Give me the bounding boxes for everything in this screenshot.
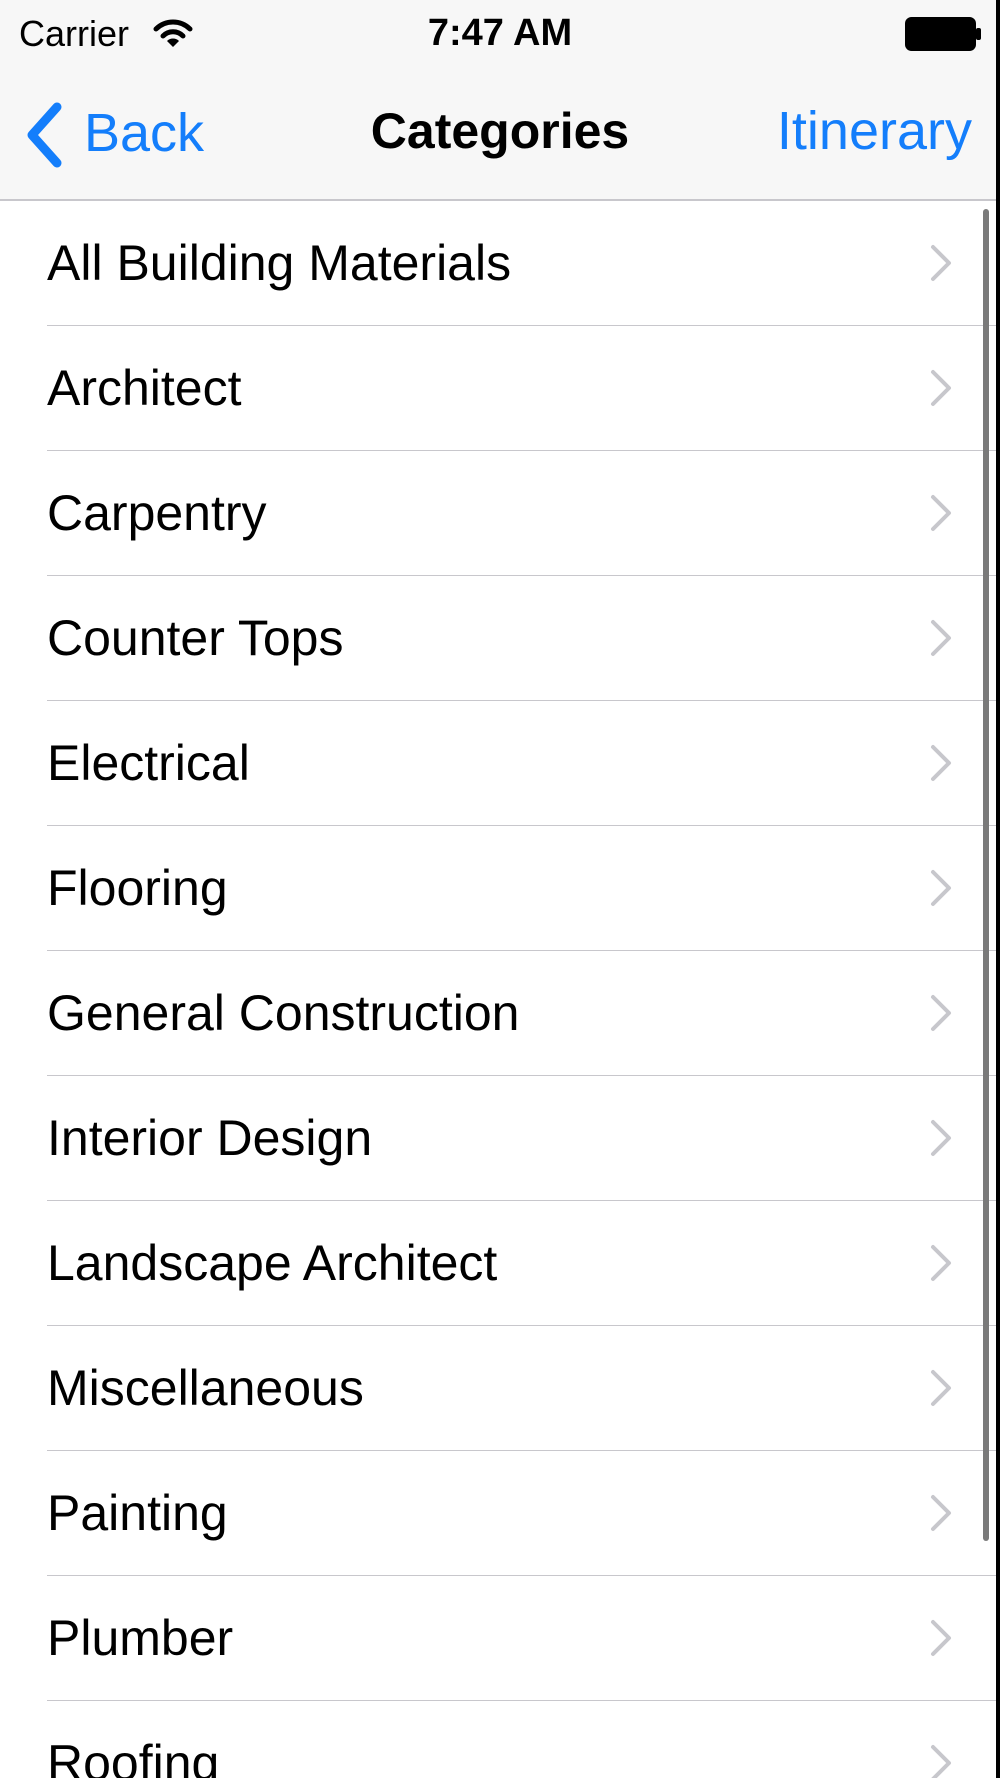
top-bar: Carrier 7:47 AM Back Categories Itinerar… bbox=[0, 0, 1000, 201]
screen-edge bbox=[996, 0, 1000, 1778]
category-row[interactable]: Painting bbox=[0, 1451, 1000, 1576]
category-row[interactable]: Counter Tops bbox=[0, 576, 1000, 701]
category-row-label: Miscellaneous bbox=[47, 1360, 364, 1416]
chevron-right-icon bbox=[931, 1120, 951, 1156]
category-row-label: Flooring bbox=[47, 860, 228, 916]
category-row[interactable]: Flooring bbox=[0, 826, 1000, 951]
category-row[interactable]: General Construction bbox=[0, 951, 1000, 1076]
category-row[interactable]: All Building Materials bbox=[0, 201, 1000, 326]
phone-screen: Carrier 7:47 AM Back Categories Itinerar… bbox=[0, 0, 1000, 1778]
category-row[interactable]: Electrical bbox=[0, 701, 1000, 826]
vertical-scrollbar[interactable] bbox=[983, 209, 989, 1541]
category-row[interactable]: Landscape Architect bbox=[0, 1201, 1000, 1326]
chevron-right-icon bbox=[931, 620, 951, 656]
chevron-right-icon bbox=[931, 1495, 951, 1531]
chevron-right-icon bbox=[931, 495, 951, 531]
chevron-right-icon bbox=[931, 1745, 951, 1778]
category-list[interactable]: All Building Materials Architect Carpentry… bbox=[0, 201, 1000, 1778]
category-row-label: Painting bbox=[47, 1485, 228, 1541]
category-row-label: Landscape Architect bbox=[47, 1235, 498, 1291]
category-row[interactable]: Carpentry bbox=[0, 451, 1000, 576]
chevron-right-icon bbox=[931, 995, 951, 1031]
category-row[interactable]: Miscellaneous bbox=[0, 1326, 1000, 1451]
chevron-right-icon bbox=[931, 1370, 951, 1406]
itinerary-button[interactable]: Itinerary bbox=[777, 100, 972, 162]
category-row[interactable]: Architect bbox=[0, 326, 1000, 451]
chevron-left-icon bbox=[27, 102, 62, 168]
back-button-label: Back bbox=[84, 103, 205, 163]
status-bar: Carrier 7:47 AM bbox=[0, 0, 1000, 68]
battery-full-icon bbox=[905, 17, 981, 51]
chevron-right-icon bbox=[931, 1245, 951, 1281]
category-row[interactable]: Plumber bbox=[0, 1576, 1000, 1701]
chevron-right-icon bbox=[931, 370, 951, 406]
category-row-label: All Building Materials bbox=[47, 235, 512, 291]
category-row-label: Roofing bbox=[47, 1735, 220, 1778]
category-row-label: Plumber bbox=[47, 1610, 234, 1666]
status-time: 7:47 AM bbox=[427, 12, 573, 54]
category-row-label: Carpentry bbox=[47, 485, 267, 541]
category-row-label: Interior Design bbox=[47, 1110, 373, 1166]
chevron-right-icon bbox=[931, 1620, 951, 1656]
category-row-label: General Construction bbox=[47, 985, 520, 1041]
chevron-right-icon bbox=[931, 745, 951, 781]
category-row[interactable]: Roofing bbox=[0, 1701, 1000, 1778]
page-title: Categories bbox=[370, 103, 630, 159]
chevron-right-icon bbox=[931, 245, 951, 281]
category-row-label: Architect bbox=[47, 360, 242, 416]
navigation-bar: Back Categories Itinerary bbox=[0, 68, 1000, 199]
back-button[interactable]: Back bbox=[18, 90, 218, 176]
chevron-right-icon bbox=[931, 870, 951, 906]
category-row-label: Electrical bbox=[47, 735, 250, 791]
category-row-label: Counter Tops bbox=[47, 610, 344, 666]
category-row[interactable]: Interior Design bbox=[0, 1076, 1000, 1201]
